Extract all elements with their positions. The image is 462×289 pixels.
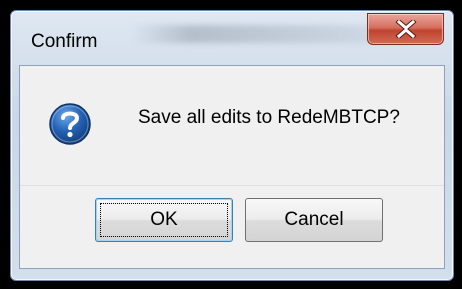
dialog-title: Confirm xyxy=(31,31,98,52)
dialog-message: Save all edits to RedeMBTCP? xyxy=(138,107,400,128)
close-icon xyxy=(394,20,417,38)
cancel-button-label: Cancel xyxy=(284,209,344,230)
ok-button-label: OK xyxy=(150,209,178,230)
close-button[interactable] xyxy=(367,13,444,45)
cancel-button[interactable]: Cancel xyxy=(245,198,383,242)
ok-button[interactable]: OK xyxy=(95,198,233,242)
question-icon xyxy=(49,103,91,145)
